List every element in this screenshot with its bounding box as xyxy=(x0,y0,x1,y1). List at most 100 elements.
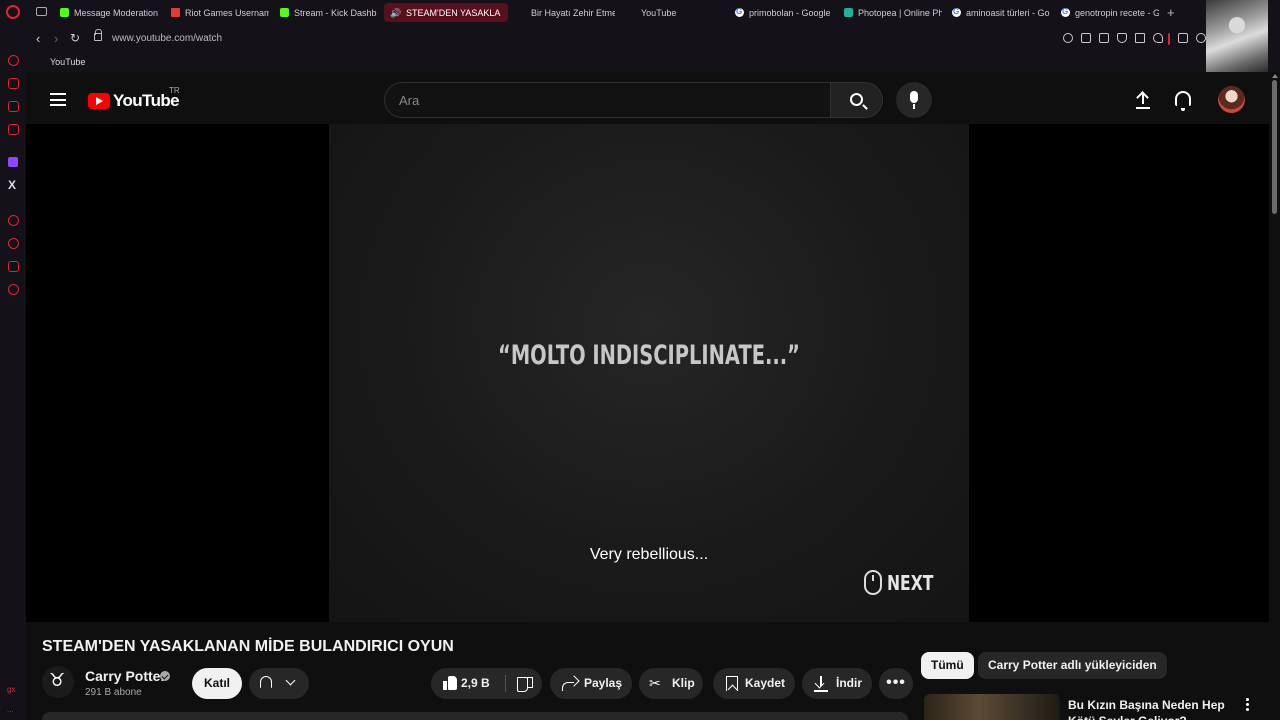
bookmark-icon xyxy=(726,676,738,691)
history-icon[interactable] xyxy=(8,238,19,249)
browser-tab-strip: Message Moderation Riot Games Usernam St… xyxy=(0,0,1280,25)
profile-artwork-image xyxy=(1206,0,1268,72)
microphone-icon xyxy=(910,91,918,103)
google-favicon-icon xyxy=(735,7,744,17)
like-dislike-group: 2,9 B xyxy=(431,668,542,699)
recommendation-title[interactable]: Bu Kızın Başına Neden Hep Kötü Şeyler Ge… xyxy=(1068,697,1248,720)
bookmark-youtube[interactable]: YouTube xyxy=(35,57,85,138)
speaker-icon[interactable]: 🔊 xyxy=(390,8,401,18)
tab-youtube[interactable]: YouTube xyxy=(625,3,725,22)
kick-favicon-icon xyxy=(280,8,289,17)
video-next-overlay: NEXT xyxy=(864,570,946,595)
reload-icon[interactable]: ↻ xyxy=(70,32,80,45)
photopea-favicon-icon xyxy=(844,8,853,17)
player-icon[interactable] xyxy=(8,215,19,226)
menu-icon[interactable] xyxy=(50,93,66,106)
mouse-icon xyxy=(864,570,882,595)
opera-sidebar: X gx ... xyxy=(0,25,26,720)
verified-icon xyxy=(160,671,170,681)
tab-riot-games[interactable]: Riot Games Usernam xyxy=(169,3,269,22)
video-quote-text: “MOLTO INDISCIPLINATE...” xyxy=(498,340,800,371)
channel-name[interactable]: Carry Potter xyxy=(85,668,166,684)
extensions-icon[interactable] xyxy=(1178,33,1188,43)
like-button[interactable] xyxy=(443,676,457,690)
more-actions-button[interactable]: ••• xyxy=(879,668,913,699)
recommendation-thumbnail[interactable] xyxy=(924,694,1060,720)
lock-icon[interactable] xyxy=(94,29,102,41)
share-button[interactable]: Paylaş xyxy=(550,668,632,699)
chevron-down-icon xyxy=(285,675,296,686)
settings-icon[interactable] xyxy=(8,284,19,295)
address-bar: ‹ › ↻ www.youtube.com/watch xyxy=(26,25,1280,54)
video-title: STEAM'DEN YASAKLANAN MİDE BULANDIRICI OY… xyxy=(42,638,454,655)
channel-avatar[interactable] xyxy=(42,666,74,698)
download-icon xyxy=(814,676,828,692)
url-field[interactable]: www.youtube.com/watch xyxy=(112,33,222,44)
chip-all[interactable]: Tümü xyxy=(921,652,974,679)
subscriber-count: 291 B abone xyxy=(85,687,142,698)
clip-button[interactable]: ✂ Klip xyxy=(639,668,703,699)
play-icon[interactable] xyxy=(1135,33,1145,43)
gx-icon[interactable]: gx xyxy=(7,685,15,694)
heart-icon[interactable] xyxy=(1153,33,1163,43)
avatar[interactable] xyxy=(1218,86,1245,113)
download-button[interactable]: İndir xyxy=(802,668,872,699)
messenger-icon[interactable] xyxy=(8,101,19,112)
pin-icon[interactable] xyxy=(1081,33,1091,43)
notifications-bell-icon[interactable] xyxy=(1175,91,1191,111)
save-button[interactable]: Kaydet xyxy=(713,668,795,699)
join-button[interactable]: Katıl xyxy=(192,668,242,699)
tab-bir-hayati[interactable]: Bir Hayatı Zehir Etme xyxy=(515,3,615,22)
tab-photopea[interactable]: Photopea | Online Ph xyxy=(842,3,942,22)
tab-message-moderation[interactable]: Message Moderation xyxy=(58,3,158,22)
zoom-icon[interactable] xyxy=(1063,33,1073,43)
search-input[interactable] xyxy=(399,91,799,109)
google-favicon-icon xyxy=(952,7,961,17)
back-icon[interactable]: ‹ xyxy=(36,32,40,45)
search-button[interactable] xyxy=(831,82,883,118)
forward-icon[interactable]: › xyxy=(54,32,58,45)
twitch-icon[interactable] xyxy=(8,157,18,167)
x-twitter-icon[interactable]: X xyxy=(8,178,16,192)
bookmarks-bar: YouTube xyxy=(26,54,1280,138)
aria-icon[interactable] xyxy=(8,55,19,66)
youtube-logo[interactable]: YouTube xyxy=(88,91,180,111)
scroll-up-icon[interactable] xyxy=(1272,74,1278,78)
new-tab-button[interactable]: + xyxy=(1167,5,1175,20)
tab-aminoasit[interactable]: aminoasit türleri - Go xyxy=(950,3,1050,22)
account-icon[interactable] xyxy=(1196,33,1206,43)
upload-icon[interactable] xyxy=(1135,91,1151,109)
bell-icon xyxy=(260,676,272,688)
shopping-icon[interactable] xyxy=(8,78,19,89)
scrollbar-thumb[interactable] xyxy=(1272,80,1277,214)
extensions-sidebar-icon[interactable] xyxy=(8,261,19,272)
voice-search-button[interactable] xyxy=(896,82,932,118)
description-box[interactable] xyxy=(42,712,908,720)
more-dots-icon: ••• xyxy=(886,674,906,691)
divider xyxy=(505,675,506,692)
workspaces-icon[interactable] xyxy=(36,7,47,16)
dislike-button[interactable] xyxy=(517,677,533,692)
google-favicon-icon xyxy=(1061,7,1070,17)
riot-favicon-icon xyxy=(171,8,180,17)
shield-icon[interactable] xyxy=(1117,33,1127,43)
subscription-notify-button[interactable] xyxy=(249,668,309,699)
tab-genotropin[interactable]: genotropin recete - G xyxy=(1059,3,1159,22)
video-subtitle: Very rebellious... xyxy=(589,546,709,563)
tab-primobolan[interactable]: primobolan - Google xyxy=(733,3,833,22)
chip-from-uploader[interactable]: Carry Potter adlı yükleyiciden xyxy=(978,652,1167,679)
video-frame[interactable]: “MOLTO INDISCIPLINATE...” Very rebelliou… xyxy=(329,124,969,622)
tab-kick-dashboard[interactable]: Stream - Kick Dashb xyxy=(278,3,378,22)
like-count[interactable]: 2,9 B xyxy=(461,668,490,699)
video-player[interactable]: “MOLTO INDISCIPLINATE...” Very rebelliou… xyxy=(26,124,1269,622)
recommendation-menu-icon[interactable] xyxy=(1246,698,1250,713)
opera-logo-icon[interactable] xyxy=(6,5,20,19)
instagram-icon[interactable] xyxy=(8,124,19,135)
tab-active-steam-video[interactable]: 🔊 STEAM'DEN YASAKLA xyxy=(384,3,508,22)
youtube-page: YouTube TR “MOLTO INDISCIPLINATE...” Ver… xyxy=(26,72,1269,720)
snapshot-icon[interactable] xyxy=(1099,33,1109,43)
page-scrollbar[interactable] xyxy=(1269,72,1280,720)
more-sidebar-icon[interactable]: ... xyxy=(7,705,14,714)
search-icon xyxy=(850,93,863,106)
country-code: TR xyxy=(169,86,180,95)
